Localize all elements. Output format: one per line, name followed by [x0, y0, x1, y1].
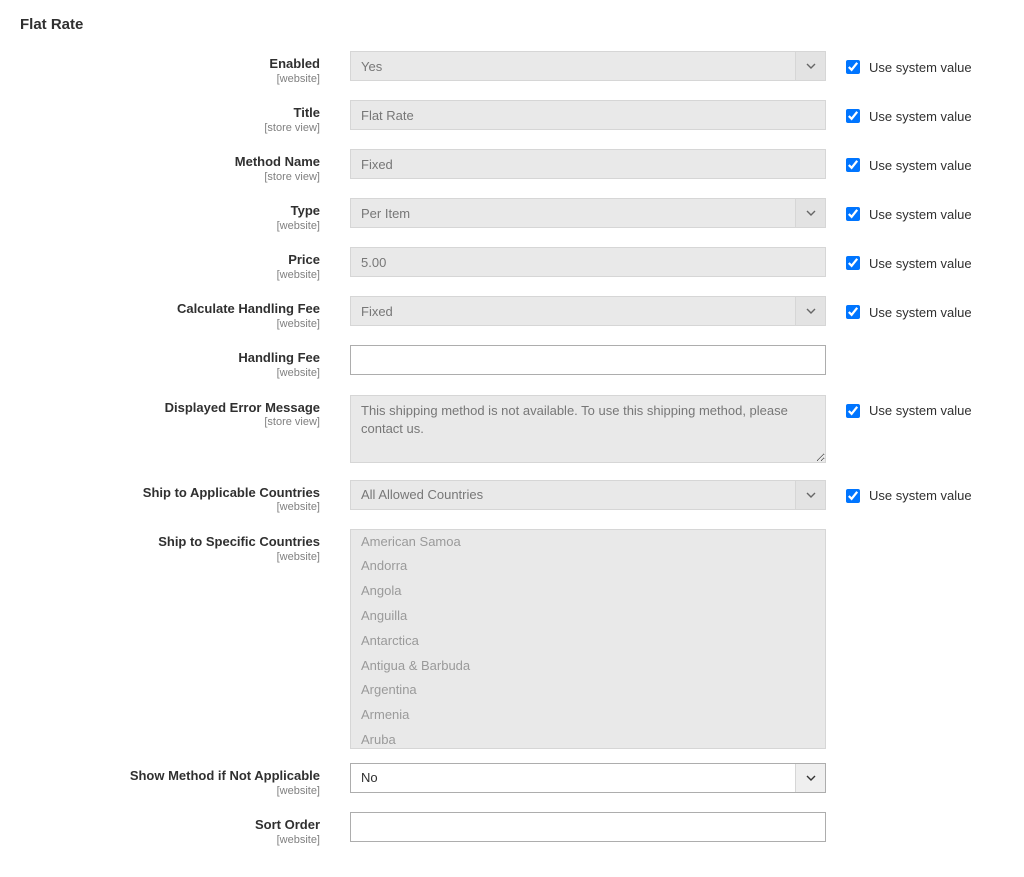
country-option[interactable]: Antigua & Barbuda — [351, 654, 825, 679]
checkbox-type-system[interactable] — [846, 207, 860, 221]
select-enabled: Yes — [350, 51, 826, 81]
input-handling-fee[interactable] — [350, 345, 826, 375]
country-option[interactable]: Anguilla — [351, 604, 825, 629]
textarea-error-msg — [350, 395, 826, 463]
select-type: Per Item — [350, 198, 826, 228]
checkbox-enabled-system[interactable] — [846, 60, 860, 74]
checkbox-ship-applicable-label[interactable]: Use system value — [869, 488, 972, 503]
country-option[interactable]: Armenia — [351, 703, 825, 728]
scope-error-msg: [store view] — [20, 416, 320, 429]
row-method-name: Method Name [store view] Use system valu… — [20, 149, 1004, 184]
select-ship-applicable: All Allowed Countries — [350, 480, 826, 510]
checkbox-error-msg-system[interactable] — [846, 404, 860, 418]
row-sort-order: Sort Order [website] — [20, 812, 1004, 847]
chevron-down-icon — [795, 52, 825, 80]
label-error-msg: Displayed Error Message — [165, 400, 320, 415]
checkbox-title-system[interactable] — [846, 109, 860, 123]
country-option[interactable]: Antarctica — [351, 629, 825, 654]
row-calc-handling: Calculate Handling Fee [website] Fixed U… — [20, 296, 1004, 331]
row-ship-applicable: Ship to Applicable Countries [website] A… — [20, 480, 1004, 515]
chevron-down-icon — [795, 297, 825, 325]
chevron-down-icon — [795, 199, 825, 227]
row-show-if-na: Show Method if Not Applicable [website] … — [20, 763, 1004, 798]
select-calc-handling-value: Fixed — [361, 304, 393, 319]
country-option[interactable]: Argentina — [351, 678, 825, 703]
row-ship-specific: Ship to Specific Countries [website] Ame… — [20, 529, 1004, 749]
row-error-msg: Displayed Error Message [store view] Use… — [20, 395, 1004, 466]
checkbox-method-name-label[interactable]: Use system value — [869, 158, 972, 173]
checkbox-calc-handling-label[interactable]: Use system value — [869, 305, 972, 320]
scope-ship-applicable: [website] — [20, 501, 320, 514]
checkbox-type-label[interactable]: Use system value — [869, 207, 972, 222]
checkbox-title-label[interactable]: Use system value — [869, 109, 972, 124]
input-sort-order[interactable] — [350, 812, 826, 842]
chevron-down-icon[interactable] — [795, 764, 825, 792]
country-option[interactable]: American Samoa — [351, 530, 825, 555]
select-ship-applicable-value: All Allowed Countries — [361, 487, 483, 502]
row-price: Price [website] Use system value — [20, 247, 1004, 282]
country-option[interactable]: Andorra — [351, 554, 825, 579]
label-enabled: Enabled — [269, 56, 320, 71]
checkbox-error-msg-label[interactable]: Use system value — [869, 403, 972, 418]
select-show-if-na[interactable]: No — [350, 763, 826, 793]
input-method-name — [350, 149, 826, 179]
label-method-name: Method Name — [235, 154, 320, 169]
scope-enabled: [website] — [20, 73, 320, 86]
scope-calc-handling: [website] — [20, 318, 320, 331]
label-ship-applicable: Ship to Applicable Countries — [143, 485, 320, 500]
select-enabled-value: Yes — [361, 59, 382, 74]
scope-sort-order: [website] — [20, 834, 320, 847]
select-calc-handling: Fixed — [350, 296, 826, 326]
checkbox-price-label[interactable]: Use system value — [869, 256, 972, 271]
checkbox-ship-applicable-system[interactable] — [846, 489, 860, 503]
label-type: Type — [291, 203, 320, 218]
scope-method-name: [store view] — [20, 171, 320, 184]
section-title: Flat Rate — [20, 16, 1004, 33]
label-sort-order: Sort Order — [255, 817, 320, 832]
select-type-value: Per Item — [361, 206, 410, 221]
checkbox-enabled-label[interactable]: Use system value — [869, 60, 972, 75]
scope-title: [store view] — [20, 122, 320, 135]
label-price: Price — [288, 252, 320, 267]
label-handling-fee: Handling Fee — [238, 350, 320, 365]
scope-show-if-na: [website] — [20, 785, 320, 798]
label-calc-handling: Calculate Handling Fee — [177, 301, 320, 316]
checkbox-price-system[interactable] — [846, 256, 860, 270]
label-title: Title — [294, 105, 321, 120]
scope-price: [website] — [20, 269, 320, 282]
checkbox-calc-handling-system[interactable] — [846, 305, 860, 319]
country-option[interactable]: Angola — [351, 579, 825, 604]
country-option[interactable]: Aruba — [351, 728, 825, 749]
select-show-if-na-value: No — [361, 770, 378, 785]
scope-ship-specific: [website] — [20, 551, 320, 564]
row-enabled: Enabled [website] Yes Use system value — [20, 51, 1004, 86]
checkbox-method-name-system[interactable] — [846, 158, 860, 172]
input-title — [350, 100, 826, 130]
input-price — [350, 247, 826, 277]
multiselect-countries[interactable]: American SamoaAndorraAngolaAnguillaAntar… — [350, 529, 826, 749]
row-title: Title [store view] Use system value — [20, 100, 1004, 135]
label-ship-specific: Ship to Specific Countries — [158, 534, 320, 549]
row-handling-fee: Handling Fee [website] — [20, 345, 1004, 380]
row-type: Type [website] Per Item Use system value — [20, 198, 1004, 233]
chevron-down-icon — [795, 481, 825, 509]
scope-type: [website] — [20, 220, 320, 233]
scope-handling-fee: [website] — [20, 367, 320, 380]
